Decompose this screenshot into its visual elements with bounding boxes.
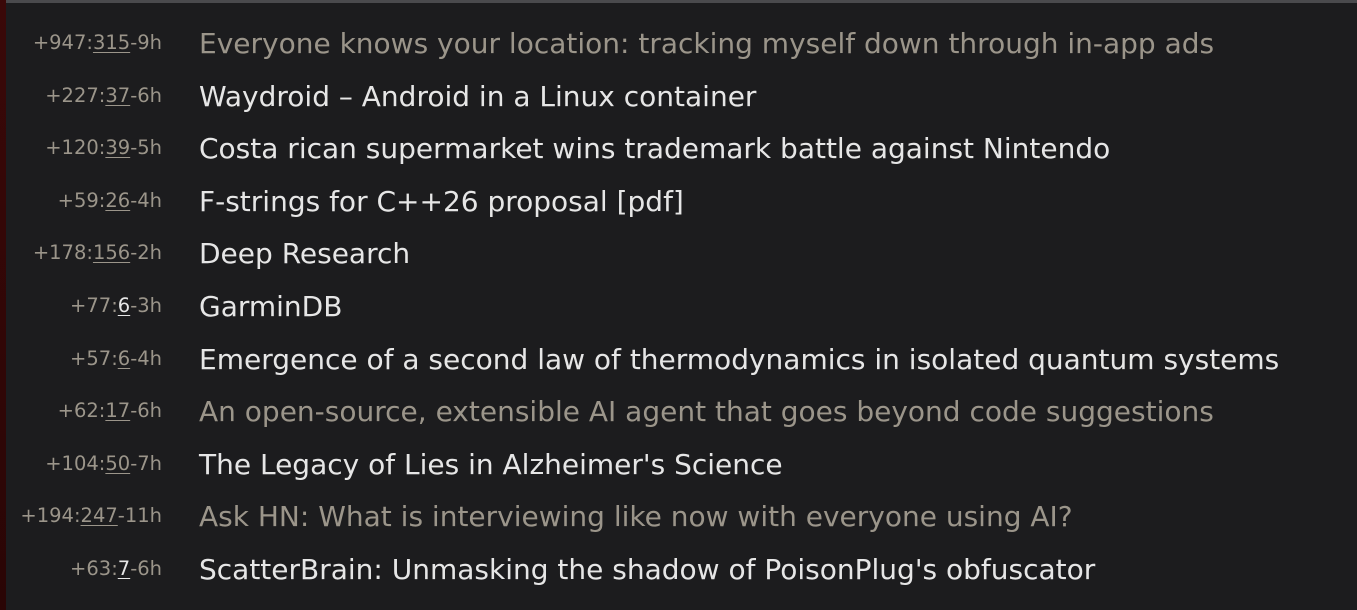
story-title-link[interactable]: ScatterBrain: Unmasking the shadow of Po… [199, 553, 1095, 587]
story-comments-link[interactable]: 315 [93, 31, 130, 54]
story-meta: +62:17-6h [57, 399, 162, 423]
story-comments-link[interactable]: 37 [105, 84, 130, 107]
story-meta: +194:247-11h [20, 504, 162, 528]
story-row: +62:17-6h An open-source, extensible AI a… [0, 386, 1357, 439]
story-title-link[interactable]: GarminDB [199, 290, 342, 324]
story-comments-link[interactable]: 26 [105, 189, 130, 212]
story-comments-link[interactable]: 6 [118, 294, 130, 317]
story-points: +178 [32, 241, 87, 265]
story-comments-link[interactable]: 17 [105, 399, 130, 422]
story-age: -6h [130, 399, 162, 423]
story-meta: +77:6-3h [70, 293, 162, 317]
story-meta: +63:7-6h [70, 556, 162, 580]
story-row: +178:156-2h Deep Research [0, 228, 1357, 281]
story-points: +227 [45, 83, 99, 107]
story-row: +227:37-6h Waydroid – Android in a Linux … [0, 71, 1357, 124]
story-row: +63:7-6h ScatterBrain: Unmasking the shad… [0, 544, 1357, 597]
story-points: +63 [70, 556, 112, 580]
story-comments-link[interactable]: 156 [93, 241, 130, 264]
story-points: +120 [45, 136, 99, 160]
story-meta: +120:39-5h [45, 136, 162, 160]
story-points: +59 [57, 188, 99, 212]
story-meta: +57:6-4h [70, 346, 162, 370]
story-points: +62 [57, 399, 99, 423]
story-row: +194:247-11h Ask HN: What is interviewing… [0, 491, 1357, 544]
story-age: -9h [130, 31, 162, 54]
story-row: +104:50-7h The Legacy of Lies in Alzheime… [0, 439, 1357, 492]
story-age: -7h [130, 451, 162, 475]
story-row: +57:6-4h Emergence of a second law of the… [0, 334, 1357, 387]
story-meta: +178:156-2h [32, 241, 162, 265]
story-title-link[interactable]: Deep Research [199, 237, 410, 271]
story-row: +77:6-3h GarminDB [0, 281, 1357, 334]
story-title-link[interactable]: Costa rican supermarket wins trademark b… [199, 132, 1110, 166]
story-age: -4h [130, 188, 162, 212]
story-points: +947 [32, 31, 87, 54]
story-row: +59:26-4h F-strings for C++26 proposal [p… [0, 176, 1357, 229]
story-title-link[interactable]: Waydroid – Android in a Linux container [199, 80, 756, 114]
story-age: -2h [130, 241, 162, 265]
story-meta: +947:315-9h [32, 31, 162, 54]
story-title-link[interactable]: An open-source, extensible AI agent that… [199, 395, 1214, 429]
story-meta: +59:26-4h [57, 188, 162, 212]
story-points: +77 [70, 293, 112, 317]
story-row: +120:39-5h Costa rican supermarket wins t… [0, 123, 1357, 176]
story-title-link[interactable]: Ask HN: What is interviewing like now wi… [199, 500, 1073, 534]
story-points: +104 [45, 451, 99, 475]
story-age: -6h [130, 556, 162, 580]
story-age: -3h [130, 293, 162, 317]
story-title-link[interactable]: Everyone knows your location: tracking m… [199, 27, 1214, 61]
story-age: -5h [130, 136, 162, 160]
story-meta: +227:37-6h [45, 83, 162, 107]
window-top-border [0, 0, 1357, 3]
story-list: +947:315-9h Everyone knows your location:… [0, 18, 1357, 597]
story-comments-link[interactable]: 247 [81, 504, 118, 527]
story-title-link[interactable]: The Legacy of Lies in Alzheimer's Scienc… [199, 448, 783, 482]
story-points: +194 [20, 504, 74, 528]
story-age: -6h [130, 83, 162, 107]
story-comments-link[interactable]: 7 [118, 557, 130, 580]
story-row: +947:315-9h Everyone knows your location:… [0, 18, 1357, 71]
story-comments-link[interactable]: 39 [105, 136, 130, 159]
story-age: -11h [117, 504, 162, 528]
story-title-link[interactable]: F-strings for C++26 proposal [pdf] [199, 185, 684, 219]
story-title-link[interactable]: Emergence of a second law of thermodynam… [199, 343, 1279, 377]
story-meta: +104:50-7h [45, 451, 162, 475]
story-points: +57 [70, 346, 112, 370]
story-comments-link[interactable]: 6 [118, 347, 130, 370]
story-comments-link[interactable]: 50 [105, 452, 130, 475]
story-age: -4h [130, 346, 162, 370]
